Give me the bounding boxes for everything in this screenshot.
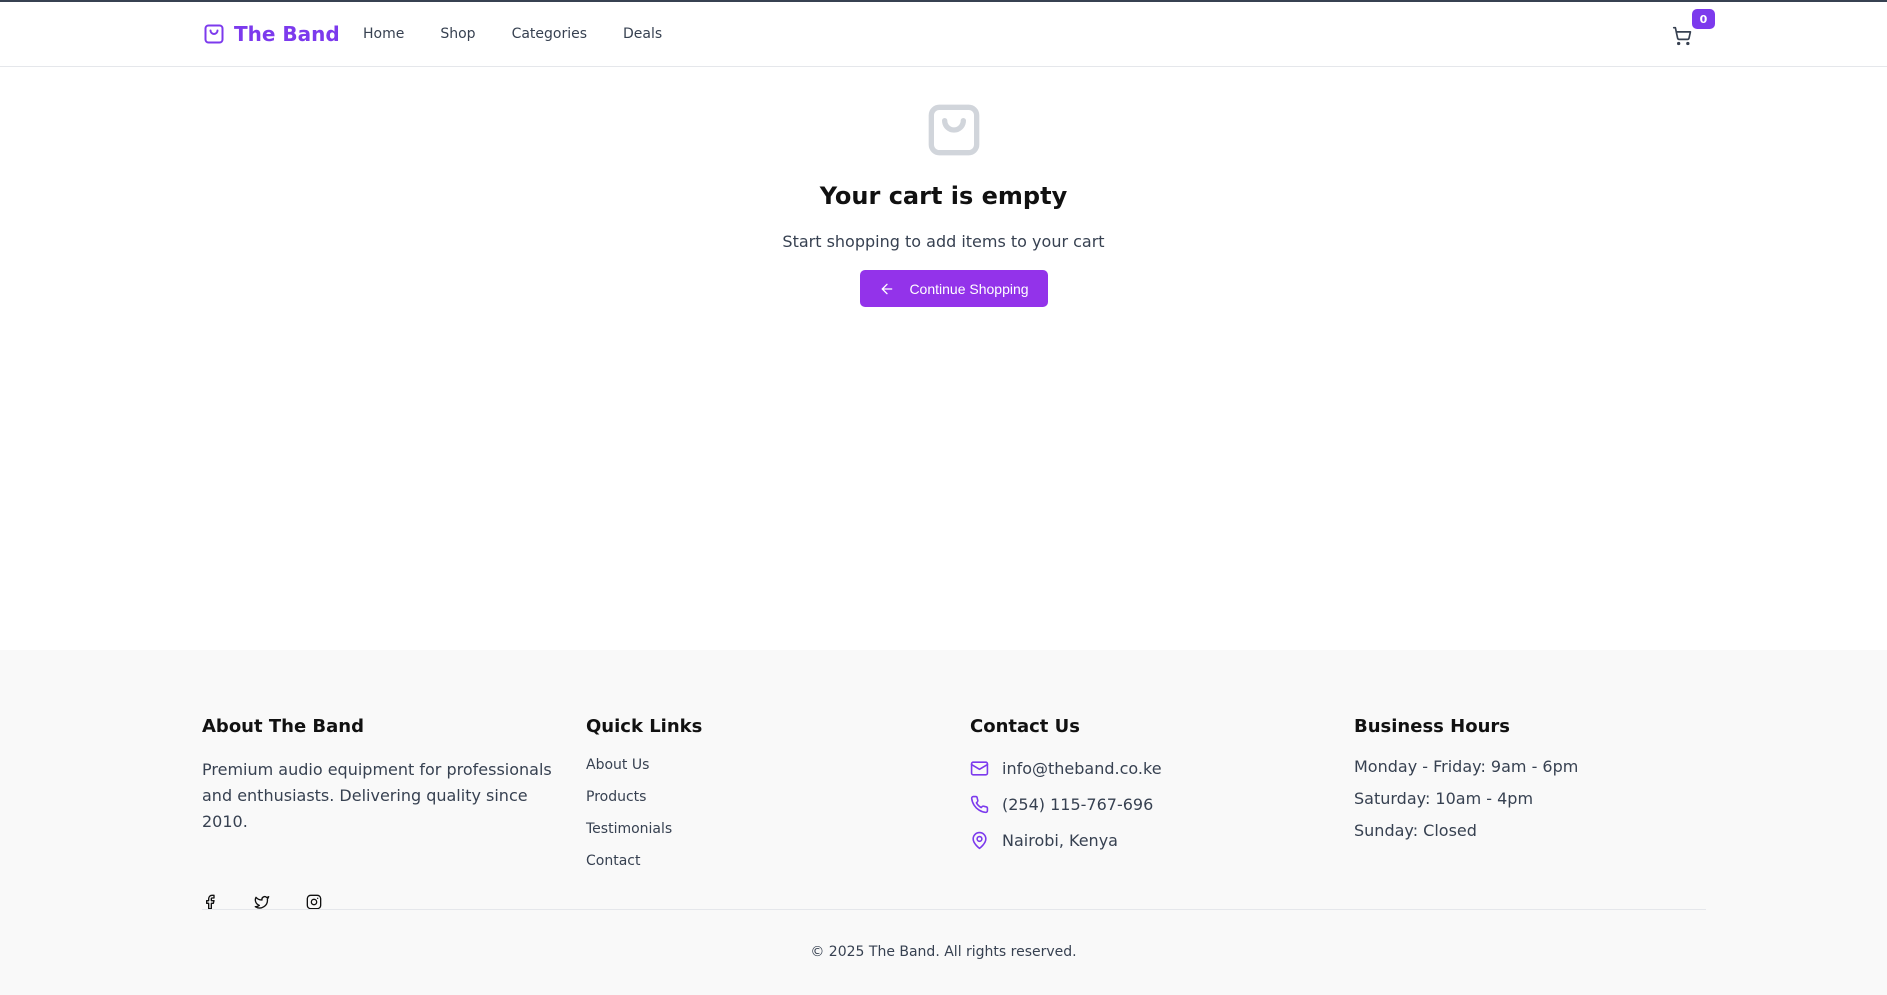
- brand-name: The Band: [234, 22, 340, 46]
- footer-quick-links-heading: Quick Links: [586, 716, 703, 737]
- hours-sunday: Sunday: Closed: [1354, 821, 1477, 840]
- footer-contact-heading: Contact Us: [970, 716, 1081, 737]
- cart-count-badge: 0: [1692, 9, 1715, 29]
- contact-email[interactable]: info@theband.co.ke: [1002, 759, 1162, 778]
- footer-link-about-us[interactable]: About Us: [586, 757, 702, 774]
- facebook-icon[interactable]: [202, 894, 218, 910]
- mail-icon: [970, 760, 989, 776]
- instagram-icon[interactable]: [306, 894, 322, 910]
- cart-icon[interactable]: [1672, 26, 1692, 46]
- main-nav: Home Shop Categories Deals: [363, 26, 662, 42]
- nav-categories[interactable]: Categories: [512, 26, 587, 42]
- contact-location: Nairobi, Kenya: [1002, 830, 1118, 850]
- nav-deals[interactable]: Deals: [623, 26, 662, 42]
- phone-icon: [970, 795, 989, 813]
- shopping-bag-icon: [928, 104, 980, 156]
- contact-phone-row: (254) 115-767-696: [970, 793, 1162, 815]
- footer-link-testimonials[interactable]: Testimonials: [586, 821, 702, 838]
- empty-cart-subtitle: Start shopping to add items to your cart: [782, 232, 1105, 251]
- contact-location-row: Nairobi, Kenya: [970, 829, 1162, 851]
- footer-divider: [202, 909, 1706, 910]
- nav-shop[interactable]: Shop: [440, 26, 475, 42]
- copyright: © 2025 The Band. All rights reserved.: [810, 944, 1077, 960]
- contact-email-row: info@theband.co.ke: [970, 757, 1162, 779]
- footer-link-products[interactable]: Products: [586, 789, 702, 806]
- continue-shopping-button[interactable]: Continue Shopping: [860, 270, 1048, 307]
- footer-hours-heading: Business Hours: [1354, 716, 1510, 737]
- footer-contact: Contact Us info@theband.co.ke (254) 115-…: [970, 716, 1162, 865]
- map-pin-icon: [972, 831, 987, 849]
- cart-page: Your cart is empty Start shopping to add…: [0, 68, 1887, 650]
- brand-logo-link[interactable]: The Band: [202, 22, 340, 46]
- social-links: [202, 894, 322, 910]
- contact-phone[interactable]: (254) 115-767-696: [1002, 795, 1153, 814]
- footer-about-text: Premium audio equipment for professional…: [202, 760, 552, 831]
- footer-about: About The Band Premium audio equipment f…: [202, 716, 562, 910]
- footer-about-heading: About The Band: [202, 716, 364, 737]
- footer-quick-links: Quick Links About Us Products Testimonia…: [586, 716, 702, 885]
- hours-saturday: Saturday: 10am - 4pm: [1354, 789, 1534, 808]
- arrow-left-icon: [882, 283, 893, 294]
- footer-link-contact[interactable]: Contact: [586, 853, 702, 870]
- hours-weekdays: Monday - Friday: 9am - 6pm: [1354, 757, 1579, 776]
- empty-cart-title: Your cart is empty: [819, 182, 1068, 210]
- continue-shopping-label: Continue Shopping: [909, 280, 1029, 297]
- site-header: The Band Home Shop Categories Deals 0: [0, 2, 1887, 67]
- footer-business-hours: Business Hours Monday - Friday: 9am - 6p…: [1354, 716, 1578, 853]
- shopping-bag-icon: [204, 24, 224, 44]
- nav-home[interactable]: Home: [363, 26, 404, 42]
- twitter-icon[interactable]: [254, 894, 270, 910]
- site-footer: About The Band Premium audio equipment f…: [0, 650, 1887, 995]
